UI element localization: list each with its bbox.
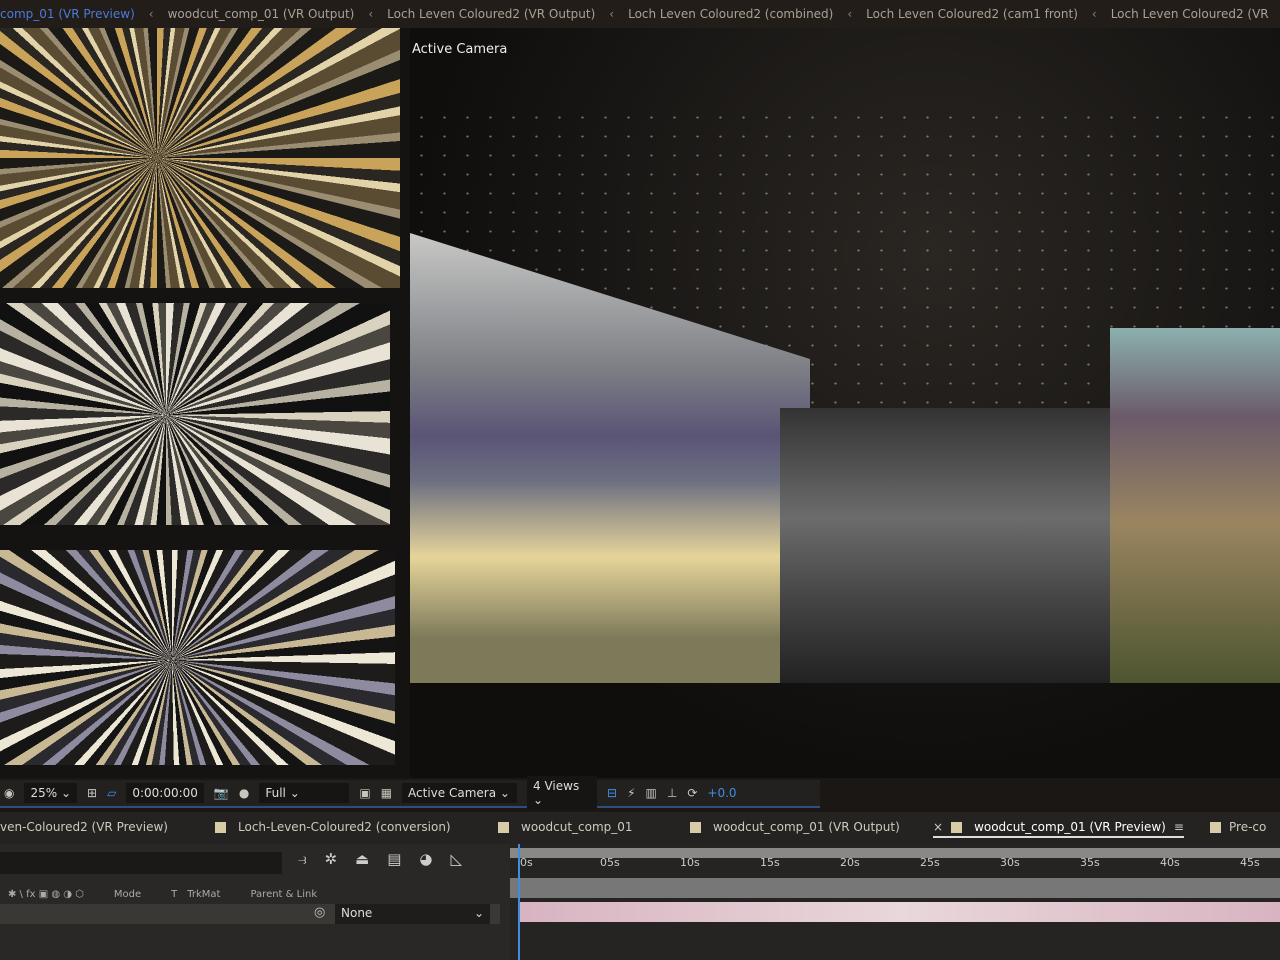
landscape-panel-center [780, 408, 1110, 683]
breadcrumb: comp_01 (VR Preview) ‹ woodcut_comp_01 (V… [0, 0, 1280, 28]
comp-swatch-icon [1210, 821, 1221, 833]
switches-icons: ✱ \ fx ▣ ◍ ◑ ⬡ [8, 888, 84, 900]
parent-select[interactable]: None ⌄ [335, 904, 490, 924]
zoom-value: 25% [30, 786, 58, 800]
parent-header: Parent & Link [250, 888, 318, 900]
trkmat-header: TrkMat [187, 888, 221, 900]
timecode[interactable]: 0:00:00:00 [126, 783, 204, 803]
transparency-grid-icon[interactable]: ▦ [381, 786, 392, 800]
ruler-ticks: 0s 05s 10s 15s 20s 25s 30s 35s 40s 45s [510, 856, 1280, 878]
comp-tabs: ven-Coloured2 (VR Preview) Loch-Leven-Co… [0, 812, 1280, 844]
breadcrumb-item[interactable]: Loch Leven Coloured2 (VR [1111, 7, 1269, 21]
tab-label: woodcut_comp_01 (VR Preview) [974, 820, 1166, 834]
layer-search-input[interactable] [0, 852, 282, 874]
comp-bar [510, 878, 1280, 898]
shy-icon[interactable]: ⏏ [355, 850, 369, 868]
fast-preview-icon[interactable]: ⚡ [627, 786, 635, 800]
breadcrumb-item[interactable]: Loch Leven Coloured2 (cam1 front) [866, 7, 1078, 21]
tick-label: 25s [920, 856, 940, 869]
tab-comp[interactable]: Loch-Leven-Coloured2 (conversion) [215, 820, 451, 834]
tick-label: 40s [1160, 856, 1180, 869]
views-value: 4 Views [533, 779, 580, 793]
layout-icon[interactable]: ⊟ [607, 786, 617, 800]
view-middle[interactable] [0, 303, 390, 525]
view-top[interactable] [0, 28, 400, 288]
zoom-select[interactable]: 25% ⌄ [24, 783, 78, 803]
exposure-value[interactable]: +0.0 [707, 786, 736, 800]
tick-label: 45s [1240, 856, 1260, 869]
comp-swatch-icon [690, 821, 701, 833]
motion-blur-icon[interactable]: ◕ [419, 850, 432, 868]
mask-icon[interactable]: ◉ [4, 786, 14, 800]
t-header: T [171, 888, 178, 900]
region-icon[interactable]: ▣ [359, 786, 370, 800]
resolution-value: Full [265, 786, 286, 800]
tab-label: Pre-co [1229, 820, 1267, 834]
side-views [0, 28, 410, 778]
breadcrumb-item[interactable]: Loch Leven Coloured2 (combined) [628, 7, 833, 21]
camera-snapshot-icon[interactable]: 📷 [214, 786, 229, 800]
viewer-label: Active Camera [412, 42, 508, 57]
current-time-indicator[interactable] [518, 844, 520, 960]
tab-label: Loch-Leven-Coloured2 (conversion) [238, 820, 451, 834]
tab-comp[interactable]: ven-Coloured2 (VR Preview) [0, 820, 168, 834]
timeline-switches: ⥽ ✲ ⏏ ▤ ◕ ◺ [298, 850, 462, 868]
draft-3d-icon[interactable]: ✲ [324, 850, 337, 868]
breadcrumb-item[interactable]: comp_01 (VR Preview) [0, 7, 135, 21]
tab-label: woodcut_comp_01 (VR Output) [713, 820, 900, 834]
tab-label: woodcut_comp_01 [521, 820, 633, 834]
comp-flowchart-icon[interactable]: ⥽ [298, 850, 306, 868]
view-bottom[interactable] [0, 550, 395, 765]
landscape-panel-right [1110, 328, 1280, 683]
channel-icon[interactable]: ● [239, 786, 249, 800]
resolution-select[interactable]: Full ⌄ [259, 783, 350, 803]
tick-label: 35s [1080, 856, 1100, 869]
tab-comp[interactable]: woodcut_comp_01 (VR Output) [690, 820, 900, 834]
column-headers: ✱ \ fx ▣ ◍ ◑ ⬡ Mode T TrkMat Parent & Li… [0, 884, 510, 904]
comp-swatch-icon [951, 821, 963, 833]
tick-label: 0s [520, 856, 533, 869]
exposure-icon[interactable]: ⟳ [687, 786, 697, 800]
tick-label: 30s [1000, 856, 1020, 869]
time-ruler[interactable]: 0s 05s 10s 15s 20s 25s 30s 35s 40s 45s [510, 844, 1280, 960]
menu-icon[interactable]: ≡ [1174, 820, 1184, 834]
breadcrumb-item[interactable]: Loch Leven Coloured2 (VR Output) [387, 7, 595, 21]
mode-header: Mode [113, 888, 142, 900]
close-icon[interactable]: × [933, 820, 943, 834]
timeline-panel: ⥽ ✲ ⏏ ▤ ◕ ◺ ✱ \ fx ▣ ◍ ◑ ⬡ Mode T TrkMat… [0, 844, 1280, 960]
comp-swatch-icon [498, 821, 509, 833]
viewer-toolbar: ◉ 25% ⌄ ⊞ ▱ 0:00:00:00 📷 ● Full ⌄ ▣ ▦ Ac… [0, 776, 820, 810]
tick-label: 15s [760, 856, 780, 869]
flowchart-icon[interactable]: ⊥ [667, 786, 677, 800]
breadcrumb-item[interactable]: woodcut_comp_01 (VR Output) [168, 7, 355, 21]
fit-icon[interactable]: ⊞ [87, 786, 97, 800]
parent-value: None [341, 906, 373, 920]
tick-label: 20s [840, 856, 860, 869]
layer-duration-bar[interactable] [518, 902, 1280, 922]
tab-comp-active[interactable]: × woodcut_comp_01 (VR Preview) ≡ [933, 820, 1184, 838]
camera-select[interactable]: Active Camera ⌄ [402, 783, 518, 803]
tick-label: 05s [600, 856, 620, 869]
active-camera-viewer[interactable]: Active Camera [410, 28, 1280, 778]
comp-swatch-icon [215, 821, 226, 833]
tick-label: 10s [680, 856, 700, 869]
tab-comp[interactable]: Pre-co [1210, 820, 1266, 834]
pickwhip-icon[interactable]: ◎ [314, 905, 325, 920]
timeline-icon[interactable]: ▥ [646, 786, 657, 800]
tab-label: ven-Coloured2 (VR Preview) [0, 820, 168, 834]
camera-value: Active Camera [408, 786, 497, 800]
graph-editor-icon[interactable]: ◺ [451, 850, 463, 868]
tab-comp[interactable]: woodcut_comp_01 [498, 820, 633, 834]
safe-margins-icon[interactable]: ▱ [107, 786, 116, 800]
views-select[interactable]: 4 Views ⌄ [527, 776, 598, 810]
frame-blending-icon[interactable]: ▤ [387, 850, 401, 868]
